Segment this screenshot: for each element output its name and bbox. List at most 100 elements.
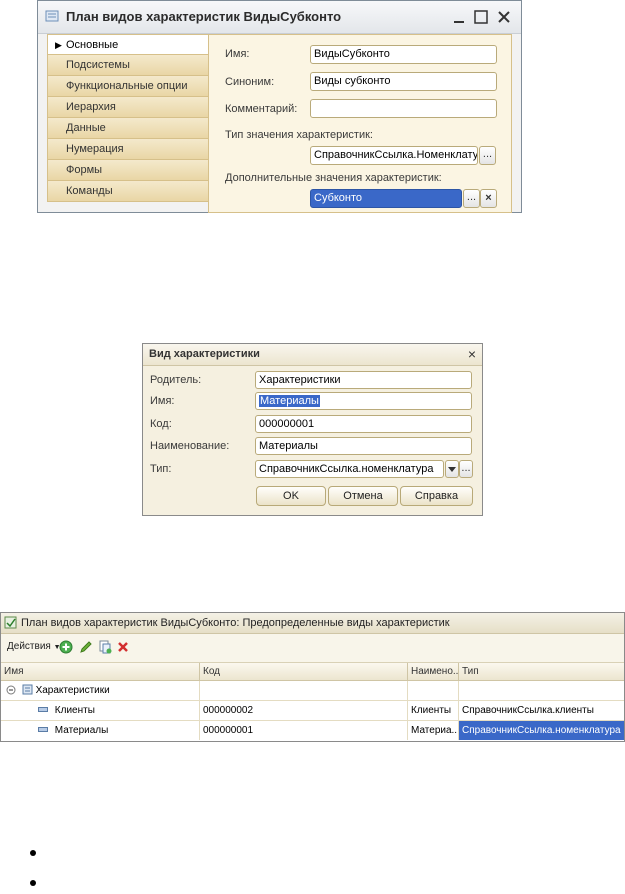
delete-icon[interactable] [116,640,130,654]
nav-item-label: Иерархия [66,101,116,113]
nav-item-basic[interactable]: ▶ Основные [47,34,209,55]
ok-button[interactable]: OK [256,486,326,506]
extra-values-field[interactable]: Субконто [310,189,462,208]
synonym-label: Синоним: [225,76,275,88]
actions-menu[interactable]: Действия ▼ [7,641,61,652]
code-cell: 000000001 [200,721,408,740]
type-cell-selected[interactable]: СправочникСсылка.номенклатура [459,721,624,740]
table-row[interactable]: Материалы 000000001 Материа... Справочни… [1,721,624,740]
type-label: Тип: [150,463,172,475]
cancel-button[interactable]: Отмена [328,486,398,506]
row-name: Материалы [54,725,109,736]
parent-label: Родитель: [150,374,202,386]
type-select-button[interactable]: ... [459,460,473,478]
name-value: Материалы [259,395,320,407]
close-icon[interactable]: × [468,346,476,362]
column-header-type[interactable]: Тип [459,663,624,681]
edit-icon[interactable] [79,640,93,654]
characteristic-plan-window: План видов характеристик ВидыСубконто ▶ … [37,0,522,213]
add-icon[interactable] [59,640,73,654]
extra-values-clear-button[interactable]: × [480,189,497,208]
description-cell: Материа... [408,721,459,740]
code-cell: 000000002 [200,701,408,720]
predefined-characteristics-window: План видов характеристик ВидыСубконто: П… [0,612,625,742]
nav-item-label: Формы [66,164,103,176]
type-cell: СправочникСсылка.клиенты [462,705,594,716]
nav-item-label: Нумерация [66,143,124,155]
table-row[interactable]: Клиенты 000000002 Клиенты СправочникСсыл… [1,701,624,721]
code-label: Код: [150,418,172,430]
extra-values-select-button[interactable]: ... [463,189,480,208]
maximize-icon[interactable] [471,7,491,27]
minimize-icon[interactable] [449,7,469,27]
dialog-title: Вид характеристики [149,348,260,360]
item-icon [38,707,48,712]
characteristic-kind-dialog: Вид характеристики × Родитель: Характери… [142,343,483,516]
name-label: Имя: [150,395,175,407]
collapse-icon[interactable] [6,685,16,695]
metadata-icon [45,10,59,22]
type-dropdown-button[interactable] [445,460,459,478]
nav-item-label: Функциональные опции [66,80,188,92]
nav-item-commands[interactable]: Команды [47,181,209,202]
list-bullet [30,850,36,856]
table-cell [459,681,624,700]
extra-values-label: Дополнительные значения характеристик: [225,172,442,184]
name-field[interactable]: ВидыСубконто [310,45,497,64]
table-group-row[interactable]: Характеристики [1,681,624,701]
description-field[interactable]: Материалы [255,437,472,455]
value-type-label: Тип значения характеристик: [225,129,373,141]
name-cell: Клиенты [1,701,200,720]
column-header-description[interactable]: Наимено... [408,663,459,681]
synonym-field[interactable]: Виды субконто [310,72,497,91]
parent-field[interactable]: Характеристики [255,371,472,389]
column-header-code[interactable]: Код [200,663,408,681]
description-label: Наименование: [150,440,230,452]
group-cell: Характеристики [1,681,200,700]
name-label: Имя: [225,48,250,60]
group-label: Характеристики [35,685,110,696]
nav-item-subsystems[interactable]: Подсистемы [47,55,209,76]
window-title: План видов характеристик ВидыСубконто [66,9,342,24]
column-header-name[interactable]: Имя [1,663,200,681]
description-cell: Клиенты [408,701,459,720]
help-button[interactable]: Справка [400,486,473,506]
nav-item-label: Подсистемы [66,59,130,71]
table-cell [200,681,408,700]
toolbar: Действия ▼ [1,634,624,663]
type-field[interactable]: СправочникСсылка.номенклатура [255,460,444,478]
copy-icon[interactable] [98,640,112,654]
characteristics-table: Имя Код Наимено... Тип Характеристики Кл… [1,663,624,741]
actions-label: Действия [7,641,51,652]
comment-field[interactable] [310,99,497,118]
nav-item-data[interactable]: Данные [47,118,209,139]
list-bullet [30,880,36,886]
chevron-down-icon [448,467,456,472]
nav-item-label: Основные [66,39,119,51]
nav-item-numbering[interactable]: Нумерация [47,139,209,160]
name-cell: Материалы [1,721,200,740]
comment-label: Комментарий: [225,103,298,115]
window-titlebar: План видов характеристик ВидыСубконто: П… [1,613,624,634]
nav-item-forms[interactable]: Формы [47,160,209,181]
table-cell [408,681,459,700]
nav-item-label: Команды [66,185,113,197]
item-icon [38,727,48,732]
nav-item-label: Данные [66,122,106,134]
section-nav: ▶ Основные Подсистемы Функциональные опц… [47,34,209,213]
selected-arrow-icon: ▶ [55,40,62,50]
nav-item-hierarchy[interactable]: Иерархия [47,97,209,118]
window-title: План видов характеристик ВидыСубконто: П… [21,617,450,629]
window-titlebar: План видов характеристик ВидыСубконто [38,1,521,34]
folder-icon [22,684,33,695]
properties-panel: Имя: ВидыСубконто Синоним: Виды субконто… [208,34,512,213]
close-icon[interactable] [494,7,514,27]
value-type-select-button[interactable]: ... [479,146,496,165]
value-type-field[interactable]: СправочникСсылка.Номенклату [310,146,478,165]
code-field[interactable]: 000000001 [255,415,472,433]
name-field[interactable]: Материалы [255,392,472,410]
row-name: Клиенты [54,705,95,716]
list-icon [4,616,17,629]
nav-item-functional-options[interactable]: Функциональные опции [47,76,209,97]
dialog-titlebar: Вид характеристики × [143,344,482,366]
